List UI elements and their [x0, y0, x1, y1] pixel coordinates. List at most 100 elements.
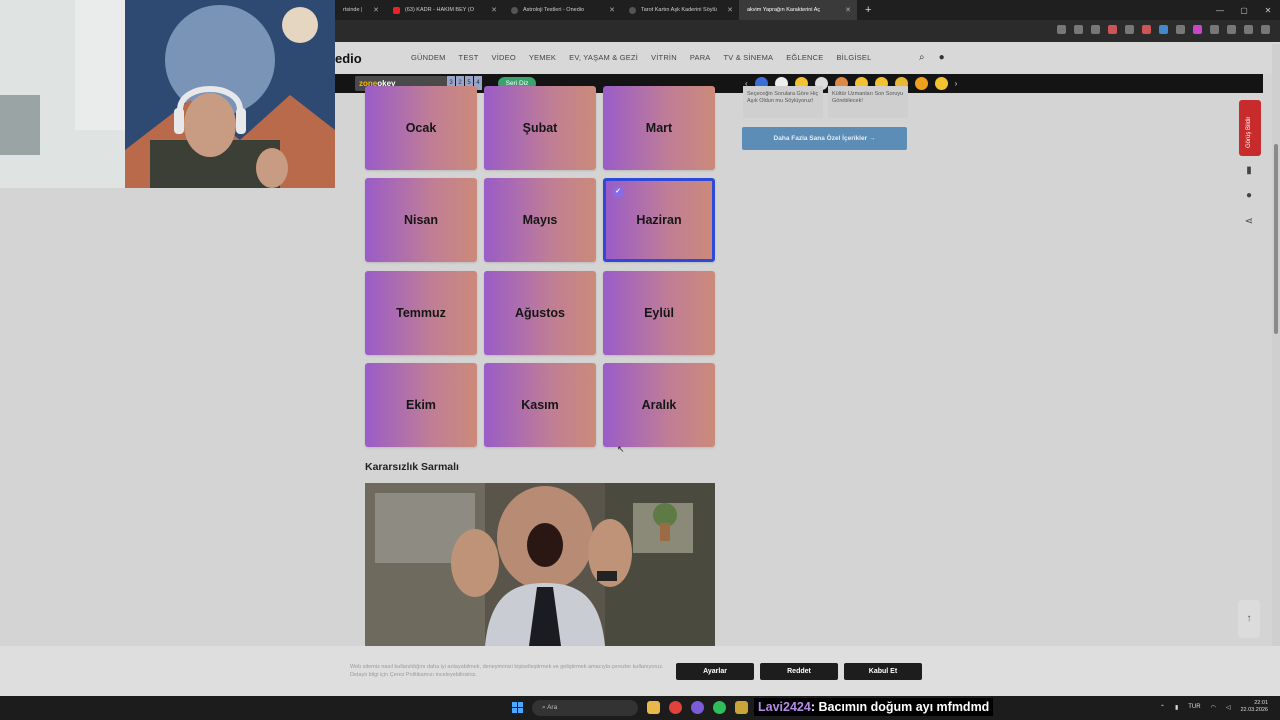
section-title: Kararsızlık Sarmalı — [365, 461, 459, 473]
onedio-favicon-icon — [629, 6, 636, 14]
browser-tab[interactable]: Tarot Kartın Aşk Kaderini Söylü ✕ — [621, 0, 739, 20]
close-tab-icon[interactable]: ✕ — [845, 6, 851, 14]
close-tab-icon[interactable]: ✕ — [373, 6, 379, 14]
extension-icon[interactable] — [1159, 25, 1168, 34]
site-logo[interactable]: edio — [335, 51, 362, 66]
month-card[interactable]: Aralık — [603, 363, 715, 447]
app-icon[interactable] — [735, 701, 748, 714]
extension-icon[interactable] — [1125, 25, 1134, 34]
nav-item[interactable]: TEST — [459, 53, 479, 62]
close-tab-icon[interactable]: ✕ — [609, 6, 615, 14]
more-content-button[interactable]: Daha Fazla Sana Özel İçerikler → — [742, 127, 907, 150]
nav-item[interactable]: YEMEK — [529, 53, 556, 62]
extension-icon[interactable] — [1193, 25, 1202, 34]
page-scrollbar[interactable] — [1272, 44, 1280, 696]
cookie-accept-button[interactable]: Kabul Et — [844, 663, 922, 680]
close-tab-icon[interactable]: ✕ — [491, 6, 497, 14]
nav-item[interactable]: TV & SİNEMA — [724, 53, 774, 62]
nav-item[interactable]: VİDEO — [492, 53, 516, 62]
discord-icon[interactable] — [691, 701, 704, 714]
browser-tab-active[interactable]: akvim Yaprağın Karakterini Aç ✕ — [739, 0, 857, 20]
chat-username: Lavi2424 — [758, 700, 811, 714]
webcam-image — [0, 0, 335, 188]
menu-dots-icon[interactable] — [1261, 25, 1270, 34]
month-card[interactable]: Kasım — [484, 363, 596, 447]
user-icon[interactable]: ● — [939, 52, 945, 63]
month-card[interactable]: Ekim — [365, 363, 477, 447]
puzzle-icon[interactable] — [1210, 25, 1219, 34]
cookie-settings-button[interactable]: Ayarlar — [676, 663, 754, 680]
onedio-favicon-icon — [511, 6, 518, 14]
nav-item[interactable]: EV, YAŞAM & GEZİ — [569, 53, 638, 62]
minimize-icon[interactable]: — — [1208, 6, 1232, 15]
close-window-icon[interactable]: ✕ — [1256, 6, 1280, 15]
install-app-icon[interactable] — [1057, 25, 1066, 34]
taskbar-search[interactable]: ⌕ Ara — [532, 700, 638, 716]
wifi-icon[interactable]: ◠ — [1211, 704, 1216, 711]
extension-icon[interactable] — [1108, 25, 1117, 34]
clock[interactable]: 22:01 22.03.2026 — [1240, 700, 1268, 714]
nav-item[interactable]: VİTRİN — [651, 53, 677, 62]
stream-chat-message: Lavi2424: Bacımın doğum ayı mfmdmd — [754, 698, 994, 716]
bookmark-star-icon[interactable] — [1074, 25, 1083, 34]
month-card[interactable]: Mart — [603, 86, 715, 170]
search-icon[interactable]: ⌕ — [919, 52, 925, 63]
checkmark-icon: ✓ — [613, 187, 623, 197]
month-card[interactable]: Şubat — [484, 86, 596, 170]
extension-icon[interactable] — [1142, 25, 1151, 34]
extension-icon[interactable] — [1091, 25, 1100, 34]
feedback-label: Görüş Bildir — [1246, 116, 1252, 148]
maximize-icon[interactable]: ▢ — [1232, 6, 1256, 15]
file-explorer-icon[interactable] — [647, 701, 660, 714]
system-tray: ⌃ ▮ TUR ◠ ◁ 22:01 22.03.2026 — [1160, 700, 1268, 714]
nav-item[interactable]: EĞLENCE — [786, 53, 823, 62]
browser-tab[interactable]: rtsinde | ✕ — [335, 0, 385, 20]
month-card[interactable]: Temmuz — [365, 271, 477, 355]
new-tab-button[interactable]: + — [865, 4, 871, 16]
volume-icon[interactable]: ◁ — [1226, 704, 1231, 711]
chevron-up-icon[interactable]: ⌃ — [1160, 704, 1165, 711]
month-card[interactable]: Ağustos — [484, 271, 596, 355]
cookie-reject-button[interactable]: Reddet — [760, 663, 838, 680]
browser-tab[interactable]: Astroloji Testleri - Onedio ✕ — [503, 0, 621, 20]
language-indicator[interactable]: TUR — [1188, 704, 1200, 710]
gif-illustration — [365, 483, 715, 646]
month-card[interactable]: Nisan — [365, 178, 477, 262]
extension-icon[interactable] — [1227, 25, 1236, 34]
youtube-icon — [393, 6, 400, 14]
main-nav: GÜNDEM TEST VİDEO YEMEK EV, YAŞAM & GEZİ… — [411, 53, 871, 62]
chat-text: : Bacımın doğum ayı mfmdmd — [810, 700, 990, 714]
microphone-icon[interactable]: ▮ — [1175, 704, 1178, 711]
chrome-icon[interactable] — [669, 701, 682, 714]
close-tab-icon[interactable]: ✕ — [727, 6, 733, 14]
extension-icons — [1057, 25, 1270, 34]
feedback-button[interactable]: Görüş Bildir — [1239, 100, 1261, 156]
related-card[interactable]: Kültür Uzmanları Son Soruyu Görebilecek! — [828, 86, 908, 118]
scroll-to-top-button[interactable]: ↑ — [1238, 600, 1260, 638]
profile-avatar-icon[interactable] — [1244, 25, 1253, 34]
bookmark-icon[interactable]: ▮ — [1243, 165, 1255, 177]
taskbar-apps — [647, 701, 748, 714]
share-icon[interactable]: ⋖ — [1243, 216, 1255, 228]
nav-item[interactable]: PARA — [690, 53, 711, 62]
chevron-right-icon[interactable]: › — [955, 79, 958, 88]
comment-icon[interactable]: ● — [1243, 190, 1255, 202]
month-card-selected[interactable]: ✓ Haziran — [603, 178, 715, 262]
windows-start-icon[interactable] — [512, 702, 524, 714]
nav-item[interactable]: GÜNDEM — [411, 53, 446, 62]
spotify-icon[interactable] — [713, 701, 726, 714]
extension-icon[interactable] — [1176, 25, 1185, 34]
webcam-overlay — [0, 0, 335, 188]
nav-item[interactable]: BİLGİSEL — [836, 53, 871, 62]
header-icons: ⌕ ● — [919, 52, 945, 63]
scrollbar-thumb[interactable] — [1274, 144, 1278, 334]
mouse-cursor-icon: ↖ — [617, 444, 625, 454]
month-card[interactable]: Mayıs — [484, 178, 596, 262]
emoji-icon[interactable] — [934, 77, 948, 90]
month-card[interactable]: Eylül — [603, 271, 715, 355]
month-card[interactable]: Ocak — [365, 86, 477, 170]
heart-eyes-icon[interactable] — [914, 77, 928, 90]
related-card[interactable]: Seçeceğin Sorulara Göre Hiç Aşık Oldun m… — [743, 86, 823, 118]
site-header: edio GÜNDEM TEST VİDEO YEMEK EV, YAŞAM &… — [335, 42, 1280, 74]
browser-tab[interactable]: (63) KADR - HAKIM BEY (O ✕ — [385, 0, 503, 20]
